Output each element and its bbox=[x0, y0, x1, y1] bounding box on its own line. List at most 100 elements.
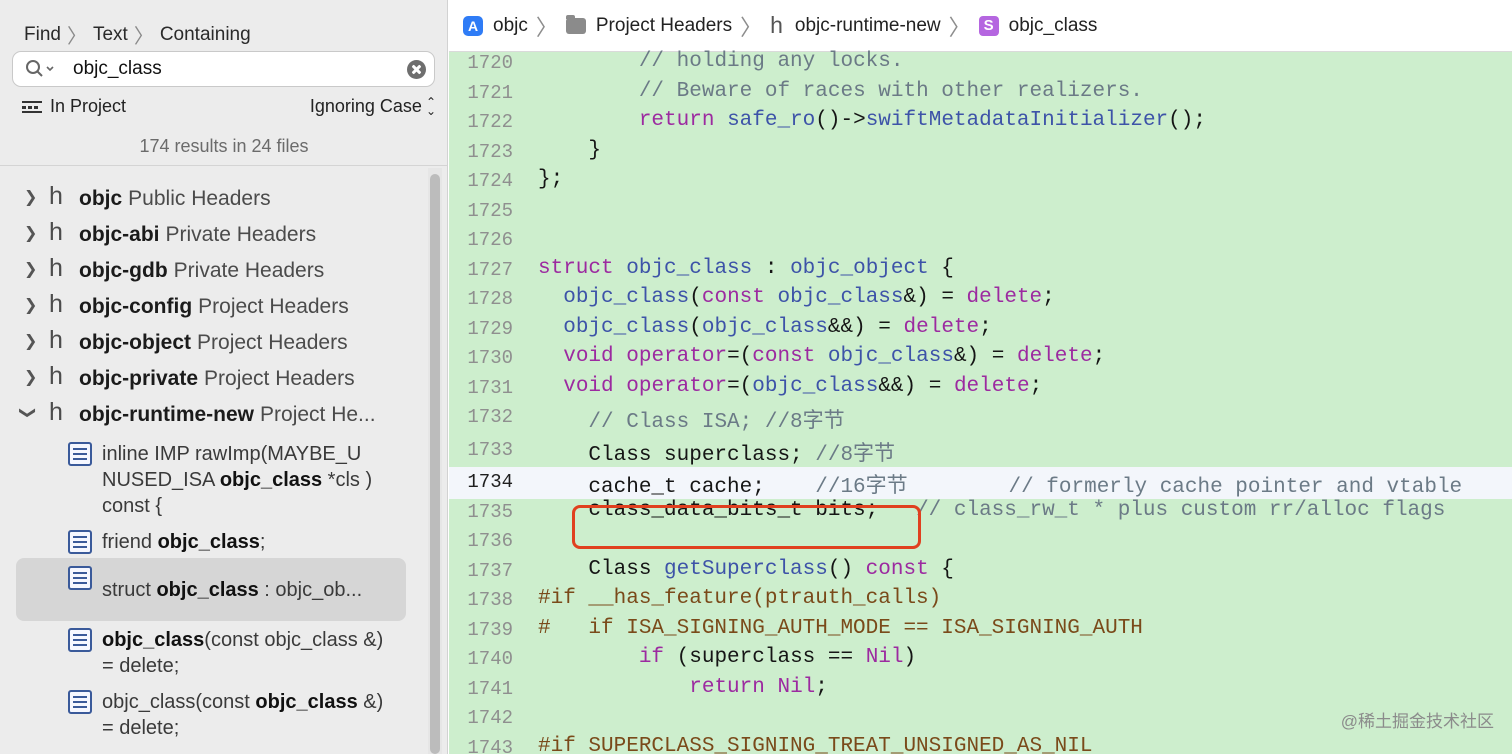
code-line[interactable]: 1740 if (superclass == Nil) bbox=[449, 644, 1512, 673]
match-text-pre: friend bbox=[102, 531, 158, 553]
match-text-post: : objc_ob... bbox=[258, 579, 363, 601]
code-line[interactable]: 1724}; bbox=[449, 166, 1512, 195]
line-number: 1726 bbox=[467, 229, 513, 251]
search-icon[interactable] bbox=[25, 59, 59, 79]
code-line[interactable]: 1727 struct objc_class : objc_object { bbox=[449, 255, 1512, 284]
disclosure-right-icon[interactable]: ❯ bbox=[24, 223, 38, 242]
code-line[interactable]: 1739 # if ISA_SIGNING_AUTH_MODE == ISA_SI… bbox=[449, 615, 1512, 644]
code-line[interactable]: 1736 bbox=[449, 526, 1512, 555]
jump-bar-group-label: Project Headers bbox=[595, 14, 733, 36]
code-line[interactable]: 1730 void operator=(const objc_class&) =… bbox=[449, 343, 1512, 372]
result-match-row-selected[interactable]: struct objc_class : objc_ob... bbox=[16, 558, 406, 621]
result-file-name: objc-object bbox=[79, 331, 192, 354]
code-line[interactable]: 1732 // Class ISA; //8字节 bbox=[449, 402, 1512, 434]
search-field[interactable] bbox=[12, 51, 435, 87]
result-match-row[interactable]: friend objc_class; bbox=[16, 530, 406, 560]
jump-bar-file-label: objc-runtime-new bbox=[794, 14, 941, 36]
jump-bar-group[interactable]: Project Headers bbox=[565, 14, 733, 37]
code-line[interactable]: 1729 objc_class(objc_class&&) = delete; bbox=[449, 314, 1512, 343]
find-mode-find[interactable]: Find bbox=[24, 24, 61, 46]
code-line[interactable]: 1731 void operator=(objc_class&&) = dele… bbox=[449, 373, 1512, 402]
line-number: 1739 bbox=[467, 618, 513, 641]
code-text: class_data_bits_t bits; // class_rw_t * … bbox=[538, 498, 1446, 522]
header-file-icon: h bbox=[770, 12, 783, 38]
line-number: 1740 bbox=[467, 648, 513, 670]
watermark: @稀土掘金技术社区 bbox=[1340, 712, 1494, 731]
chevron-right-icon: 〉 bbox=[535, 14, 558, 40]
line-number: 1742 bbox=[467, 707, 513, 729]
search-input[interactable] bbox=[73, 58, 393, 80]
line-number: 1733 bbox=[467, 438, 513, 461]
line-number: 1723 bbox=[467, 140, 513, 163]
case-mode-label: Ignoring Case bbox=[309, 96, 422, 116]
code-text: Class getSuperclass() const { bbox=[538, 557, 954, 581]
line-number: 1727 bbox=[467, 258, 513, 281]
find-navigator: Find 〉 Text 〉 Containing objc_class In P… bbox=[0, 0, 448, 754]
match-text-post: ; bbox=[259, 531, 266, 553]
scope-icon bbox=[22, 99, 44, 115]
code-line[interactable]: 1722 return safe_ro()->swiftMetadataInit… bbox=[449, 107, 1512, 136]
code-line[interactable]: 1720 // holding any locks. bbox=[449, 48, 1512, 77]
code-text: # if ISA_SIGNING_AUTH_MODE == ISA_SIGNIN… bbox=[538, 616, 1143, 640]
code-line[interactable]: 1737 Class getSuperclass() const { bbox=[449, 556, 1512, 585]
code-line[interactable]: 1726 bbox=[449, 225, 1512, 254]
scrollbar-thumb[interactable] bbox=[430, 174, 440, 754]
results-summary: 174 results in 24 files bbox=[0, 126, 447, 166]
result-match-row[interactable]: objc_class(const objc_class &) = delete; bbox=[16, 628, 406, 682]
disclosure-right-icon[interactable]: ❯ bbox=[24, 331, 38, 350]
line-number: 1743 bbox=[467, 736, 513, 754]
disclosure-right-icon[interactable]: ❯ bbox=[24, 259, 38, 278]
code-line[interactable]: 1728 objc_class(const objc_class&) = del… bbox=[449, 284, 1512, 313]
result-file-group: Private Headers bbox=[173, 259, 325, 282]
code-text: // holding any locks. bbox=[638, 50, 904, 73]
result-file-row[interactable]: ❯ h objc-private Project Headers bbox=[0, 360, 428, 396]
case-sensitivity-popup[interactable]: Ignoring Case ⌃ ⌄ bbox=[310, 96, 436, 117]
scope-selector[interactable]: In Project bbox=[22, 96, 126, 117]
disclosure-right-icon[interactable]: ❯ bbox=[24, 295, 38, 314]
find-mode-containing[interactable]: Containing bbox=[160, 24, 251, 46]
code-line[interactable]: 1741 return Nil; bbox=[449, 674, 1512, 703]
match-hit: objc_class bbox=[219, 469, 323, 491]
xcode-project-icon: A bbox=[463, 15, 483, 36]
code-line[interactable]: 1738 #if __has_feature(ptrauth_calls) bbox=[449, 585, 1512, 614]
line-number: 1734 bbox=[467, 471, 513, 493]
code-line[interactable]: 1723 } bbox=[449, 137, 1512, 166]
code-line[interactable]: 1725 bbox=[449, 196, 1512, 225]
result-file-group: Project Headers bbox=[198, 295, 349, 318]
result-file-row[interactable]: ❯ h objc-gdb Private Headers bbox=[0, 252, 428, 288]
code-snippet-icon bbox=[68, 566, 92, 590]
code-snippet-icon bbox=[68, 442, 92, 466]
folder-icon bbox=[565, 14, 586, 34]
jump-bar-symbol[interactable]: S objc_class bbox=[978, 15, 1097, 37]
find-mode-text[interactable]: Text bbox=[93, 24, 128, 46]
code-line[interactable]: 1743 #if SUPERCLASS_SIGNING_TREAT_UNSIGNE… bbox=[449, 733, 1512, 754]
code-line[interactable]: 1721 // Beware of races with other reali… bbox=[449, 78, 1512, 107]
result-file-row[interactable]: ❯ h objc-runtime-new Project He... bbox=[0, 396, 428, 432]
result-file-row[interactable]: ❯ h objc-abi Private Headers bbox=[0, 216, 428, 252]
jump-bar-project[interactable]: A objc bbox=[449, 15, 528, 37]
disclosure-right-icon[interactable]: ❯ bbox=[24, 367, 38, 386]
jump-bar-file[interactable]: h objc-runtime-new bbox=[770, 12, 941, 39]
disclosure-down-icon[interactable]: ❯ bbox=[19, 406, 38, 420]
code-line[interactable]: 1734 cache_t cache; //16字节 // formerly c… bbox=[449, 467, 1512, 499]
result-file-name: objc-config bbox=[79, 295, 193, 318]
result-file-row[interactable]: ❯ h objc-object Project Headers bbox=[0, 324, 428, 360]
match-hit: objc_class bbox=[255, 691, 358, 713]
result-match-row[interactable]: objc_class(const objc_class &) = delete; bbox=[16, 690, 406, 744]
result-match-row[interactable]: inline IMP rawImp(MAYBE_U NUSED_ISA objc… bbox=[16, 442, 406, 520]
source-editor[interactable]: A objc 〉 Project Headers 〉 h objc-runtim… bbox=[449, 0, 1512, 754]
disclosure-right-icon[interactable]: ❯ bbox=[24, 187, 38, 206]
code-text: } bbox=[538, 138, 602, 162]
code-line[interactable]: 1735 class_data_bits_t bits; // class_rw… bbox=[449, 497, 1512, 526]
navigator-scrollbar[interactable] bbox=[428, 168, 442, 754]
result-file-name: objc bbox=[79, 187, 123, 210]
clear-search-icon[interactable] bbox=[407, 60, 426, 79]
code-text: objc_class(objc_class&&) = delete; bbox=[563, 315, 992, 339]
code-line[interactable]: 1733 Class superclass; //8字节 bbox=[449, 435, 1512, 467]
line-number: 1732 bbox=[467, 406, 513, 428]
code-text: cache_t cache; //16字节 // formerly cache … bbox=[538, 476, 1463, 499]
result-file-row[interactable]: ❯ h objc Public Headers bbox=[0, 180, 428, 216]
result-file-row[interactable]: ❯ h objc-config Project Headers bbox=[0, 288, 428, 324]
line-number: 1724 bbox=[467, 170, 513, 192]
scope-label: In Project bbox=[50, 96, 127, 116]
